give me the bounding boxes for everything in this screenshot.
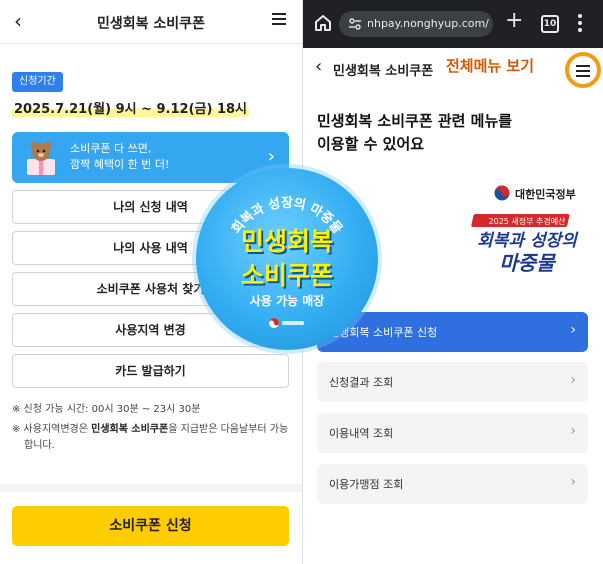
taegeuk-icon <box>494 185 510 201</box>
gift-bear-icon <box>27 141 55 175</box>
banner-line-1: 소비쿠폰 다 쓰면, <box>70 142 152 155</box>
banner-chevron-icon: › <box>267 146 275 167</box>
menu-item-label: 이용가맹점 조회 <box>329 478 404 491</box>
menu-item-usage[interactable]: 이용내역 조회 › <box>317 413 588 453</box>
government-logo: 대한민국정부 <box>494 184 594 204</box>
ministry-seal-icon <box>269 318 304 328</box>
url-text: nhpay.nonghyup.com/v <box>367 17 489 30</box>
address-bar[interactable]: nhpay.nonghyup.com/v <box>339 11 493 37</box>
menu-heading: 민생회복 소비쿠폰 관련 메뉴를 이용할 수 있어요 <box>317 110 512 156</box>
chevron-right-icon: › <box>570 372 576 388</box>
section-divider <box>0 484 302 492</box>
brand-small-text: 2025 새정부 추경예산 <box>489 216 567 226</box>
menu-item-label: 신청결과 조회 <box>329 376 394 389</box>
tabs-icon[interactable]: 10 <box>541 15 559 33</box>
chevron-right-icon: › <box>570 423 576 439</box>
region-change-note: ※ 사용지역변경은 민생회복 소비쿠폰을 지급받은 다음날부터 가능합니다. <box>12 424 289 451</box>
heading-line-2: 이용할 수 있어요 <box>317 135 425 153</box>
site-settings-icon[interactable] <box>348 17 362 31</box>
hamburger-icon[interactable] <box>272 13 286 25</box>
menu-item-label: 이용내역 조회 <box>329 427 394 440</box>
banner-line-2: 깜짝 혜택이 한 번 더! <box>70 158 170 171</box>
issue-card-button[interactable]: 카드 발급하기 <box>12 354 289 388</box>
application-period-text: 2025.7.21(월) 9시 ~ 9.12(금) 18시 <box>12 98 250 117</box>
left-header: ‹ 민생회복 소비쿠폰 <box>0 0 302 44</box>
plus-icon[interactable]: + <box>505 9 523 33</box>
chevron-right-icon: › <box>570 322 576 338</box>
apply-coupon-button[interactable]: 소비쿠폰 신청 <box>12 506 289 546</box>
hamburger-icon[interactable] <box>565 52 601 88</box>
banner-text: 소비쿠폰 다 쓰면, 깜짝 혜택이 한 번 더! <box>70 141 169 173</box>
kebab-menu-icon[interactable] <box>578 14 582 34</box>
menu-item-merchants[interactable]: 이용가맹점 조회 › <box>317 464 588 504</box>
application-period-badge: 신청기간 <box>12 72 63 92</box>
full-menu-annotation: 전체메뉴 보기 <box>446 57 535 75</box>
recovery-growth-logo: 2025 새정부 추경예산 회복과 성장의 마중물 <box>471 214 579 275</box>
page-title: 민생회복 소비쿠폰 <box>97 16 205 32</box>
browser-toolbar: nhpay.nonghyup.com/v + 10 <box>303 0 603 48</box>
chevron-right-icon: › <box>570 474 576 490</box>
badge-title-line-2: 소비쿠폰 <box>240 261 333 290</box>
badge-title-line-1: 민생회복 <box>240 227 333 256</box>
badge-subtitle: 사용 가능 매장 <box>249 294 325 308</box>
notes: ※ 신청 가능 시간: 00시 30분 ~ 23시 30분 ※ 사용지역변경은 … <box>12 402 294 458</box>
menu-item-result[interactable]: 신청결과 조회 › <box>317 362 588 402</box>
back-chevron-icon[interactable]: ‹ <box>315 56 322 77</box>
brand-line-2: 마중물 <box>499 251 557 275</box>
government-logo-text: 대한민국정부 <box>515 188 576 201</box>
home-icon[interactable] <box>313 13 333 33</box>
brand-line-1: 회복과 성장의 <box>477 231 579 251</box>
coupon-merchant-badge: 회복과 성장의 마중물 민생회복 소비쿠폰 사용 가능 매장 <box>196 168 378 350</box>
page-title: 민생회복 소비쿠폰 <box>333 64 434 79</box>
hours-note: ※ 신청 가능 시간: 00시 30분 ~ 23시 30분 <box>12 404 201 415</box>
heading-line-1: 민생회복 소비쿠폰 관련 메뉴를 <box>317 112 513 130</box>
right-header: ‹ 민생회복 소비쿠폰 전체메뉴 보기 <box>303 48 603 92</box>
